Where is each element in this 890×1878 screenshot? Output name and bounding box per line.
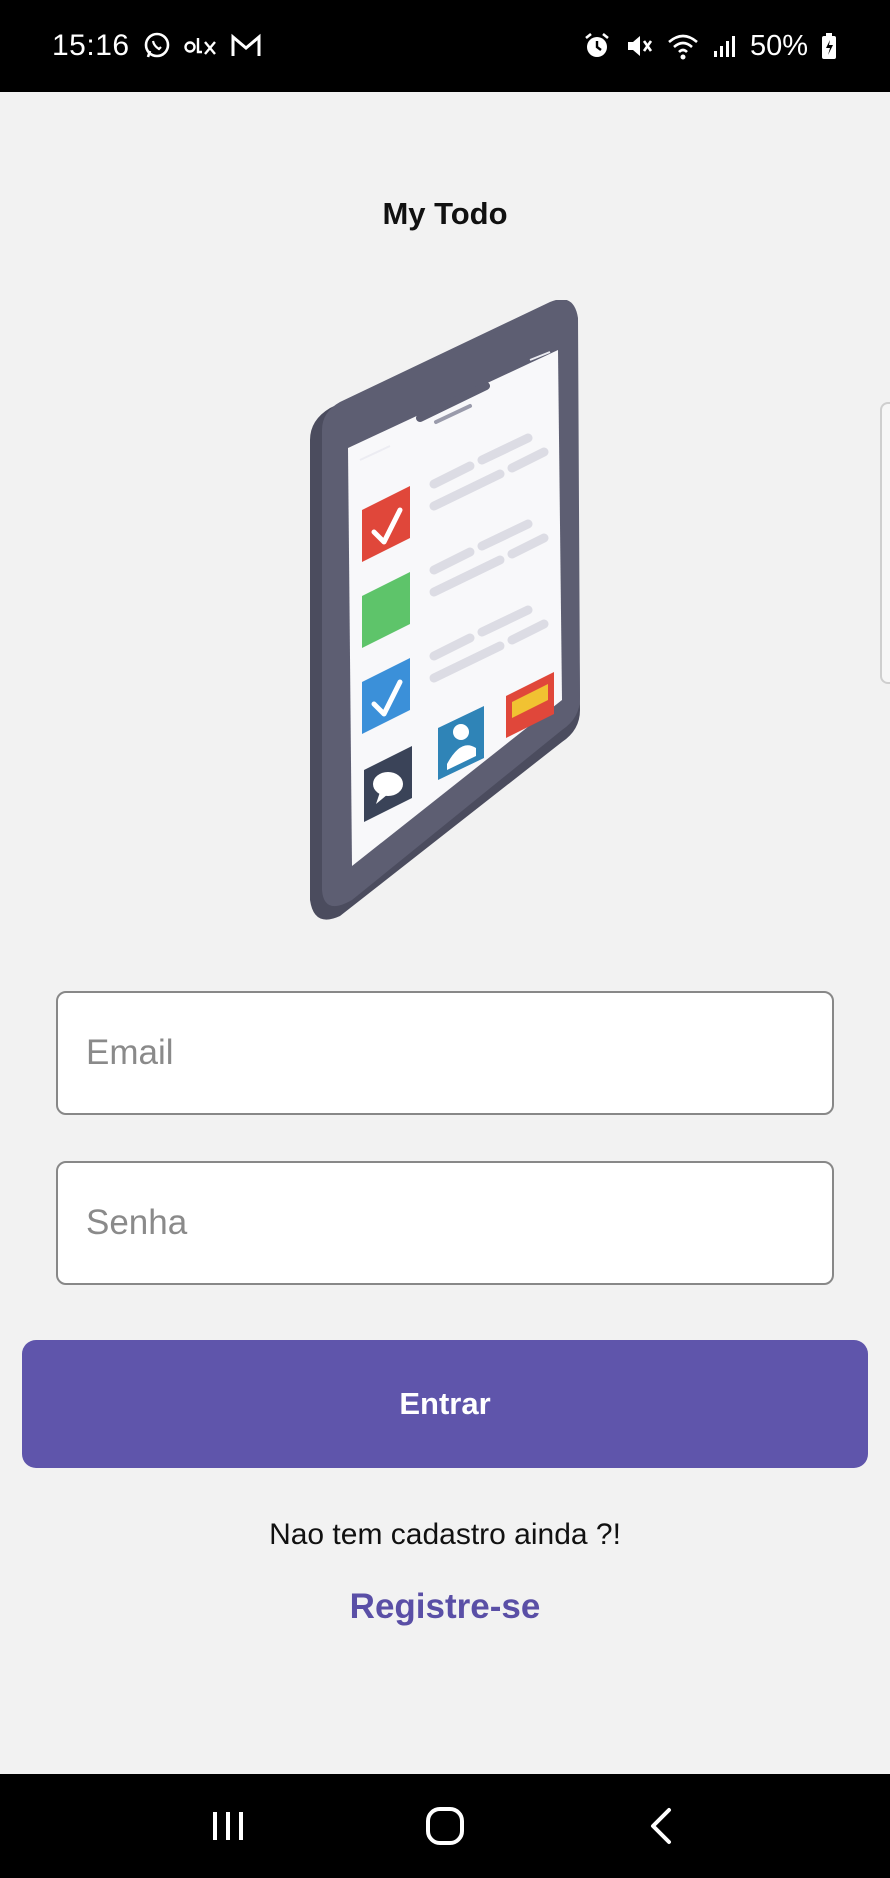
system-nav-bar bbox=[0, 1774, 890, 1878]
status-right: 50% bbox=[582, 30, 838, 63]
register-prompt: Nao tem cadastro ainda ?! bbox=[269, 1518, 621, 1551]
register-link[interactable]: Registre-se bbox=[0, 1587, 890, 1627]
alarm-icon bbox=[582, 31, 612, 61]
status-bar: 15:16 50% bbox=[0, 0, 890, 92]
gmail-icon bbox=[230, 33, 262, 59]
recent-apps-icon[interactable] bbox=[188, 1786, 268, 1866]
login-button[interactable]: Entrar bbox=[22, 1340, 868, 1468]
status-left: 15:16 bbox=[52, 29, 262, 63]
whatsapp-icon bbox=[142, 31, 172, 61]
edge-panel-handle[interactable] bbox=[880, 402, 890, 684]
battery-percent: 50% bbox=[749, 29, 808, 62]
home-icon[interactable] bbox=[405, 1786, 485, 1866]
mute-icon bbox=[624, 31, 654, 61]
phone-illustration bbox=[300, 299, 590, 930]
email-field[interactable] bbox=[56, 991, 834, 1115]
signal-icon bbox=[712, 33, 738, 59]
login-screen: 15:16 50% My Todo Email Entrar Nao tem c… bbox=[0, 0, 890, 1878]
wifi-icon bbox=[666, 31, 700, 61]
battery-icon bbox=[820, 32, 838, 60]
page-title: My Todo bbox=[382, 196, 508, 231]
back-icon[interactable] bbox=[622, 1786, 702, 1866]
status-time: 15:16 bbox=[52, 29, 130, 62]
password-field[interactable] bbox=[56, 1161, 834, 1285]
olx-icon bbox=[183, 34, 218, 58]
